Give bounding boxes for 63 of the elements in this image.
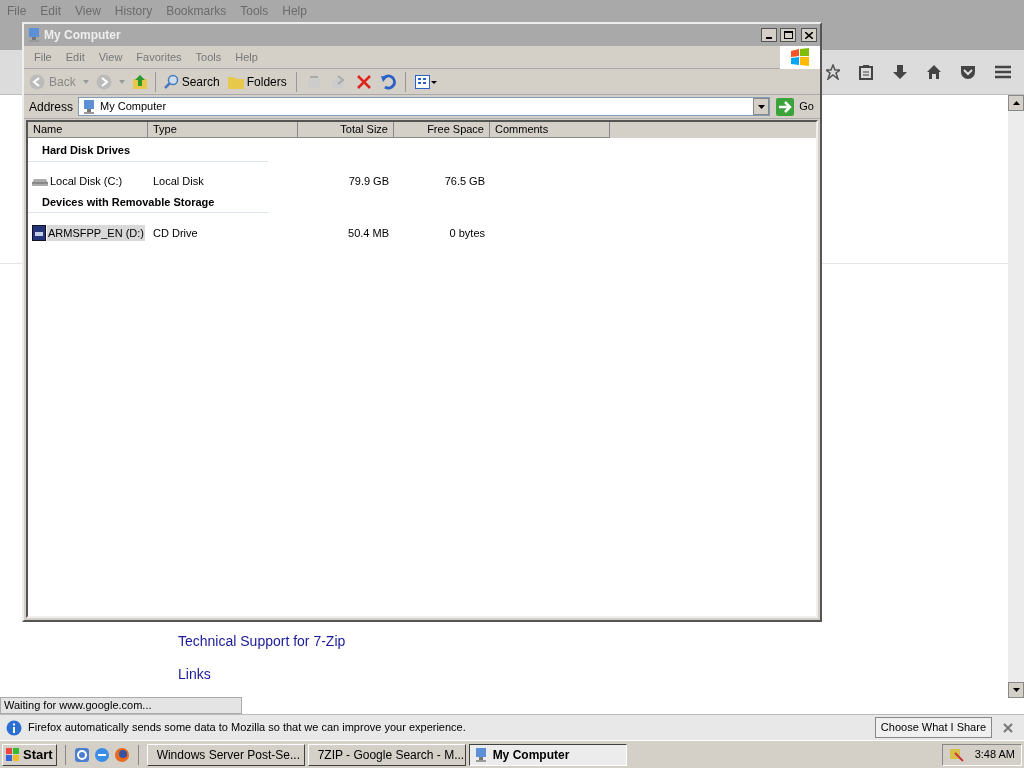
search-button[interactable]: Search (162, 72, 220, 91)
group-header: Devices with Removable Storage (28, 189, 268, 213)
column-header[interactable]: Total Size (298, 122, 394, 138)
scroll-up-icon[interactable] (1012, 101, 1020, 105)
minimize-button[interactable] (761, 28, 777, 42)
address-field[interactable]: My Computer (78, 97, 771, 116)
menu-icon[interactable] (994, 64, 1012, 80)
page-link[interactable]: Links (178, 664, 346, 685)
status-text: Waiting for www.google.com... (0, 697, 242, 714)
taskbar-button[interactable]: Windows Server Post-Se... (146, 743, 305, 766)
table-cell-text: 76.5 GB (443, 174, 486, 190)
taskbar-button[interactable]: 7ZIP - Google Search - M... (307, 743, 466, 766)
clipboard-icon[interactable] (858, 64, 874, 80)
window-title: My Computer (44, 27, 122, 44)
maximize-button[interactable] (780, 28, 796, 42)
close-button[interactable] (801, 28, 817, 42)
bookmark-star-icon[interactable] (826, 64, 840, 80)
windows-logo-icon (6, 747, 20, 762)
caret-icon (757, 104, 765, 109)
delete-icon[interactable] (355, 73, 372, 90)
dropdown-button[interactable] (753, 98, 770, 115)
windows-flag-icon (790, 48, 810, 66)
column-header[interactable]: Comments (490, 122, 610, 138)
address-label: Address (28, 98, 75, 116)
column-header[interactable]: Free Space (394, 122, 490, 138)
clock: 3:48 AM (974, 747, 1015, 763)
close-icon[interactable] (1003, 722, 1013, 733)
hard-drive-icon (32, 176, 48, 187)
app-icon[interactable] (73, 746, 90, 763)
close-icon (805, 31, 813, 39)
scroll-down-icon[interactable] (1012, 688, 1020, 692)
folder-icon (227, 74, 244, 89)
notification-text: Firefox automatically sends some data to Mozilla so that we can improve your experience. (28, 720, 467, 736)
start-button[interactable]: Start (2, 743, 57, 766)
taskbar-button[interactable]: My Computer (468, 743, 627, 766)
drive-item[interactable]: Local Disk (C:) (49, 173, 124, 190)
table-cell-text: 50.4 MB (347, 225, 390, 241)
magnifier-icon (162, 73, 179, 90)
folders-button[interactable]: Folders (227, 72, 287, 91)
undo-icon[interactable] (379, 73, 396, 90)
computer-icon (473, 746, 488, 763)
drive-item[interactable]: ARMSFPP_EN (D:) (47, 224, 145, 242)
firefox-icon[interactable] (113, 746, 130, 763)
download-icon[interactable] (892, 64, 908, 80)
table-cell-text: CD Drive (152, 225, 199, 241)
go-button[interactable]: Go (773, 97, 817, 116)
choose-share-button[interactable]: Choose What I Share (874, 717, 992, 738)
page-link[interactable]: Technical Support for 7-Zip (178, 631, 346, 652)
group-header: Hard Disk Drives (28, 138, 268, 162)
table-cell-text: 79.9 GB (347, 174, 390, 190)
scrollbar[interactable] (1008, 95, 1024, 698)
info-icon (6, 719, 22, 736)
views-icon[interactable] (414, 74, 437, 89)
table-cell-text: 0 bytes (448, 225, 486, 241)
go-arrow-icon (776, 97, 795, 116)
cd-drive-icon (32, 225, 46, 241)
column-header[interactable]: Name (28, 122, 148, 138)
computer-icon (82, 98, 97, 115)
pocket-icon[interactable] (960, 64, 976, 80)
column-header[interactable]: Type (148, 122, 298, 138)
table-cell-text: Local Disk (152, 174, 205, 190)
computer-icon (27, 27, 41, 43)
home-icon[interactable] (926, 64, 942, 80)
